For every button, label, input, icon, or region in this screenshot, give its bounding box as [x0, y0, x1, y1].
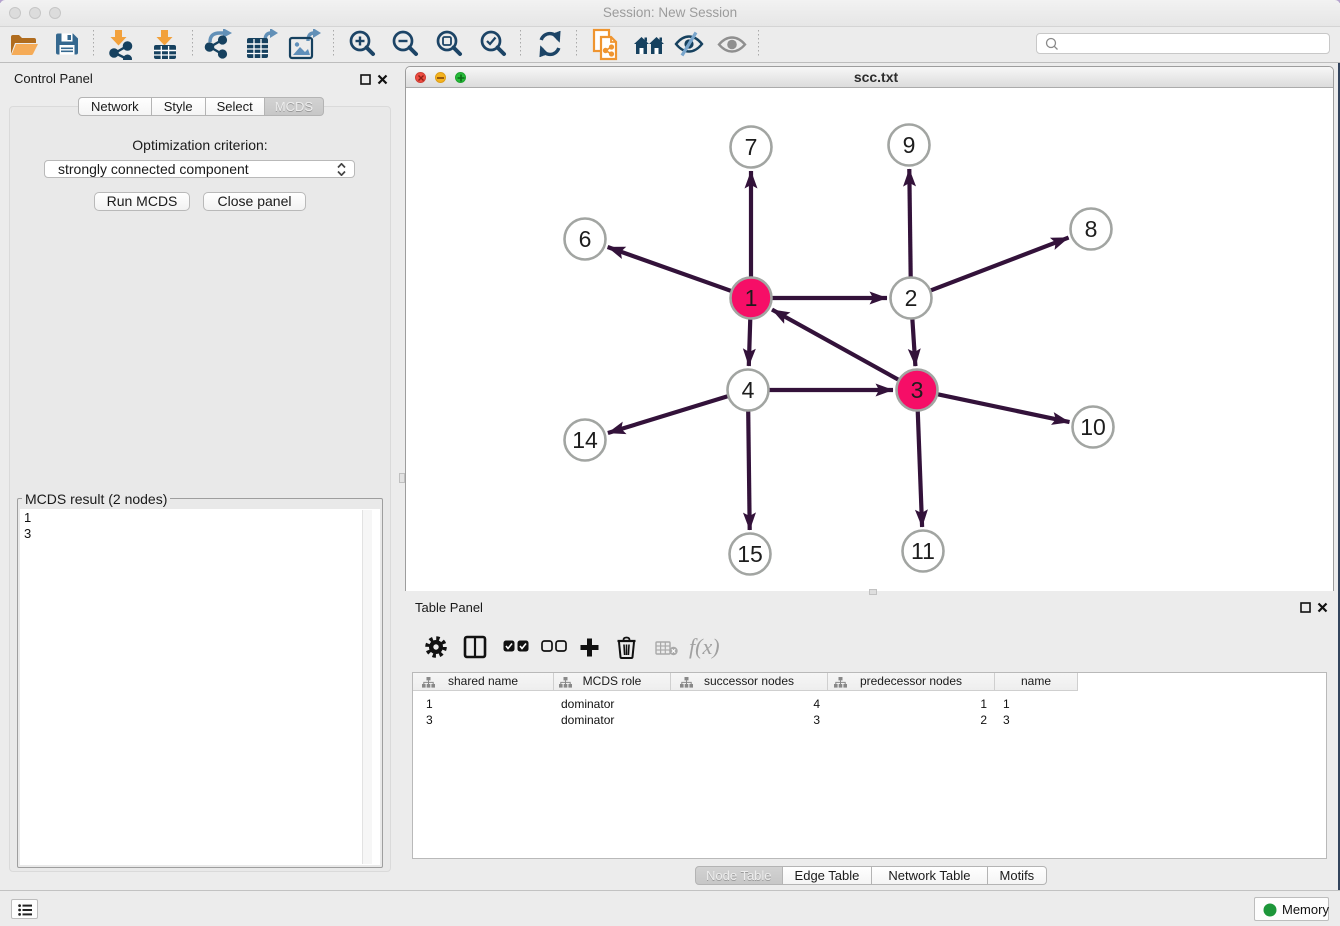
- svg-text:15: 15: [737, 541, 763, 567]
- svg-text:3: 3: [911, 377, 924, 403]
- svg-text:14: 14: [572, 427, 598, 453]
- svg-text:9: 9: [903, 132, 916, 158]
- svg-text:2: 2: [905, 285, 918, 311]
- svg-text:7: 7: [745, 134, 758, 160]
- svg-text:4: 4: [742, 377, 755, 403]
- svg-text:1: 1: [745, 285, 758, 311]
- svg-text:8: 8: [1085, 216, 1098, 242]
- svg-text:10: 10: [1080, 414, 1106, 440]
- svg-text:6: 6: [579, 226, 592, 252]
- svg-text:11: 11: [911, 538, 935, 564]
